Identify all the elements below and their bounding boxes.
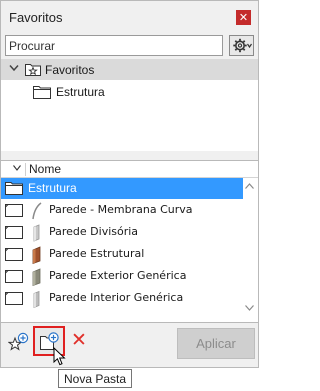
panel-splitter[interactable] xyxy=(0,151,259,160)
window-title: Favoritos xyxy=(9,10,63,25)
list-row-parede-exterior-generica[interactable]: Parede Exterior Genérica xyxy=(1,266,243,287)
apply-button[interactable]: Aplicar xyxy=(177,328,255,359)
list-row-parede-membrana-curva[interactable]: Parede - Membrana Curva xyxy=(1,200,243,221)
close-icon[interactable]: ✕ xyxy=(236,10,251,25)
tree-item-label: Estrutura xyxy=(56,85,105,99)
folder-icon xyxy=(33,86,51,99)
red-x-icon: ✕ xyxy=(71,329,87,351)
bottom-toolbar: ✕ Aplicar xyxy=(0,323,259,368)
favorite-item-icon xyxy=(5,292,23,305)
folder-icon xyxy=(5,182,23,195)
list-row-label: Parede Exterior Genérica xyxy=(49,269,187,282)
window-titlebar: Favoritos ✕ xyxy=(0,0,259,33)
partition-wall-thumbnail xyxy=(33,224,40,242)
favorites-tree: Favoritos Estrutura xyxy=(0,59,259,151)
list-row-label: Parede Divisória xyxy=(49,225,139,238)
curved-membrane-wall-thumbnail xyxy=(32,202,42,220)
list-row-parede-divisoria[interactable]: Parede Divisória xyxy=(1,222,243,243)
tooltip: Nova Pasta xyxy=(58,369,133,388)
favorite-item-icon xyxy=(5,204,23,217)
interior-wall-thumbnail xyxy=(33,290,40,308)
settings-button[interactable] xyxy=(229,35,254,56)
search-row xyxy=(0,33,259,59)
column-header-nome[interactable]: Nome xyxy=(29,162,61,176)
list-row-label: Parede Estrutural xyxy=(49,247,145,260)
list-row-selected-folder[interactable]: Estrutura xyxy=(1,178,243,199)
list-row-label: Estrutura xyxy=(28,181,77,195)
sort-descending-icon[interactable] xyxy=(13,165,21,171)
list-row-parede-interior-generica[interactable]: Parede Interior Genérica xyxy=(1,288,243,309)
delete-button[interactable]: ✕ xyxy=(71,329,87,351)
tree-root-favoritos[interactable]: Favoritos xyxy=(1,59,258,80)
favorite-item-icon xyxy=(5,270,23,283)
list-row-label: Parede - Membrana Curva xyxy=(49,203,193,216)
tree-item-estrutura[interactable]: Estrutura xyxy=(1,82,258,102)
favorite-item-icon xyxy=(5,248,23,261)
favorites-list: Nome Estrutura Parede - Membrana Curva P… xyxy=(0,160,259,323)
star-plus-icon xyxy=(7,332,29,351)
list-row-label: Parede Interior Genérica xyxy=(49,291,184,304)
tree-root-label: Favoritos xyxy=(45,63,95,77)
scroll-up-icon[interactable] xyxy=(245,183,254,189)
add-favorite-button[interactable] xyxy=(7,332,30,354)
structural-wall-thumbnail xyxy=(32,246,41,264)
gear-icon xyxy=(233,38,252,53)
header-separator xyxy=(25,163,26,176)
scroll-down-icon[interactable] xyxy=(245,305,254,311)
star-folder-icon xyxy=(25,64,41,76)
search-input[interactable] xyxy=(5,35,223,56)
list-header: Nome xyxy=(1,161,258,178)
mouse-pointer-icon xyxy=(53,347,66,366)
exterior-wall-thumbnail xyxy=(32,268,41,286)
chevron-down-icon[interactable] xyxy=(9,64,19,72)
list-row-parede-estrutural[interactable]: Parede Estrutural xyxy=(1,244,243,265)
favorite-item-icon xyxy=(5,226,23,239)
